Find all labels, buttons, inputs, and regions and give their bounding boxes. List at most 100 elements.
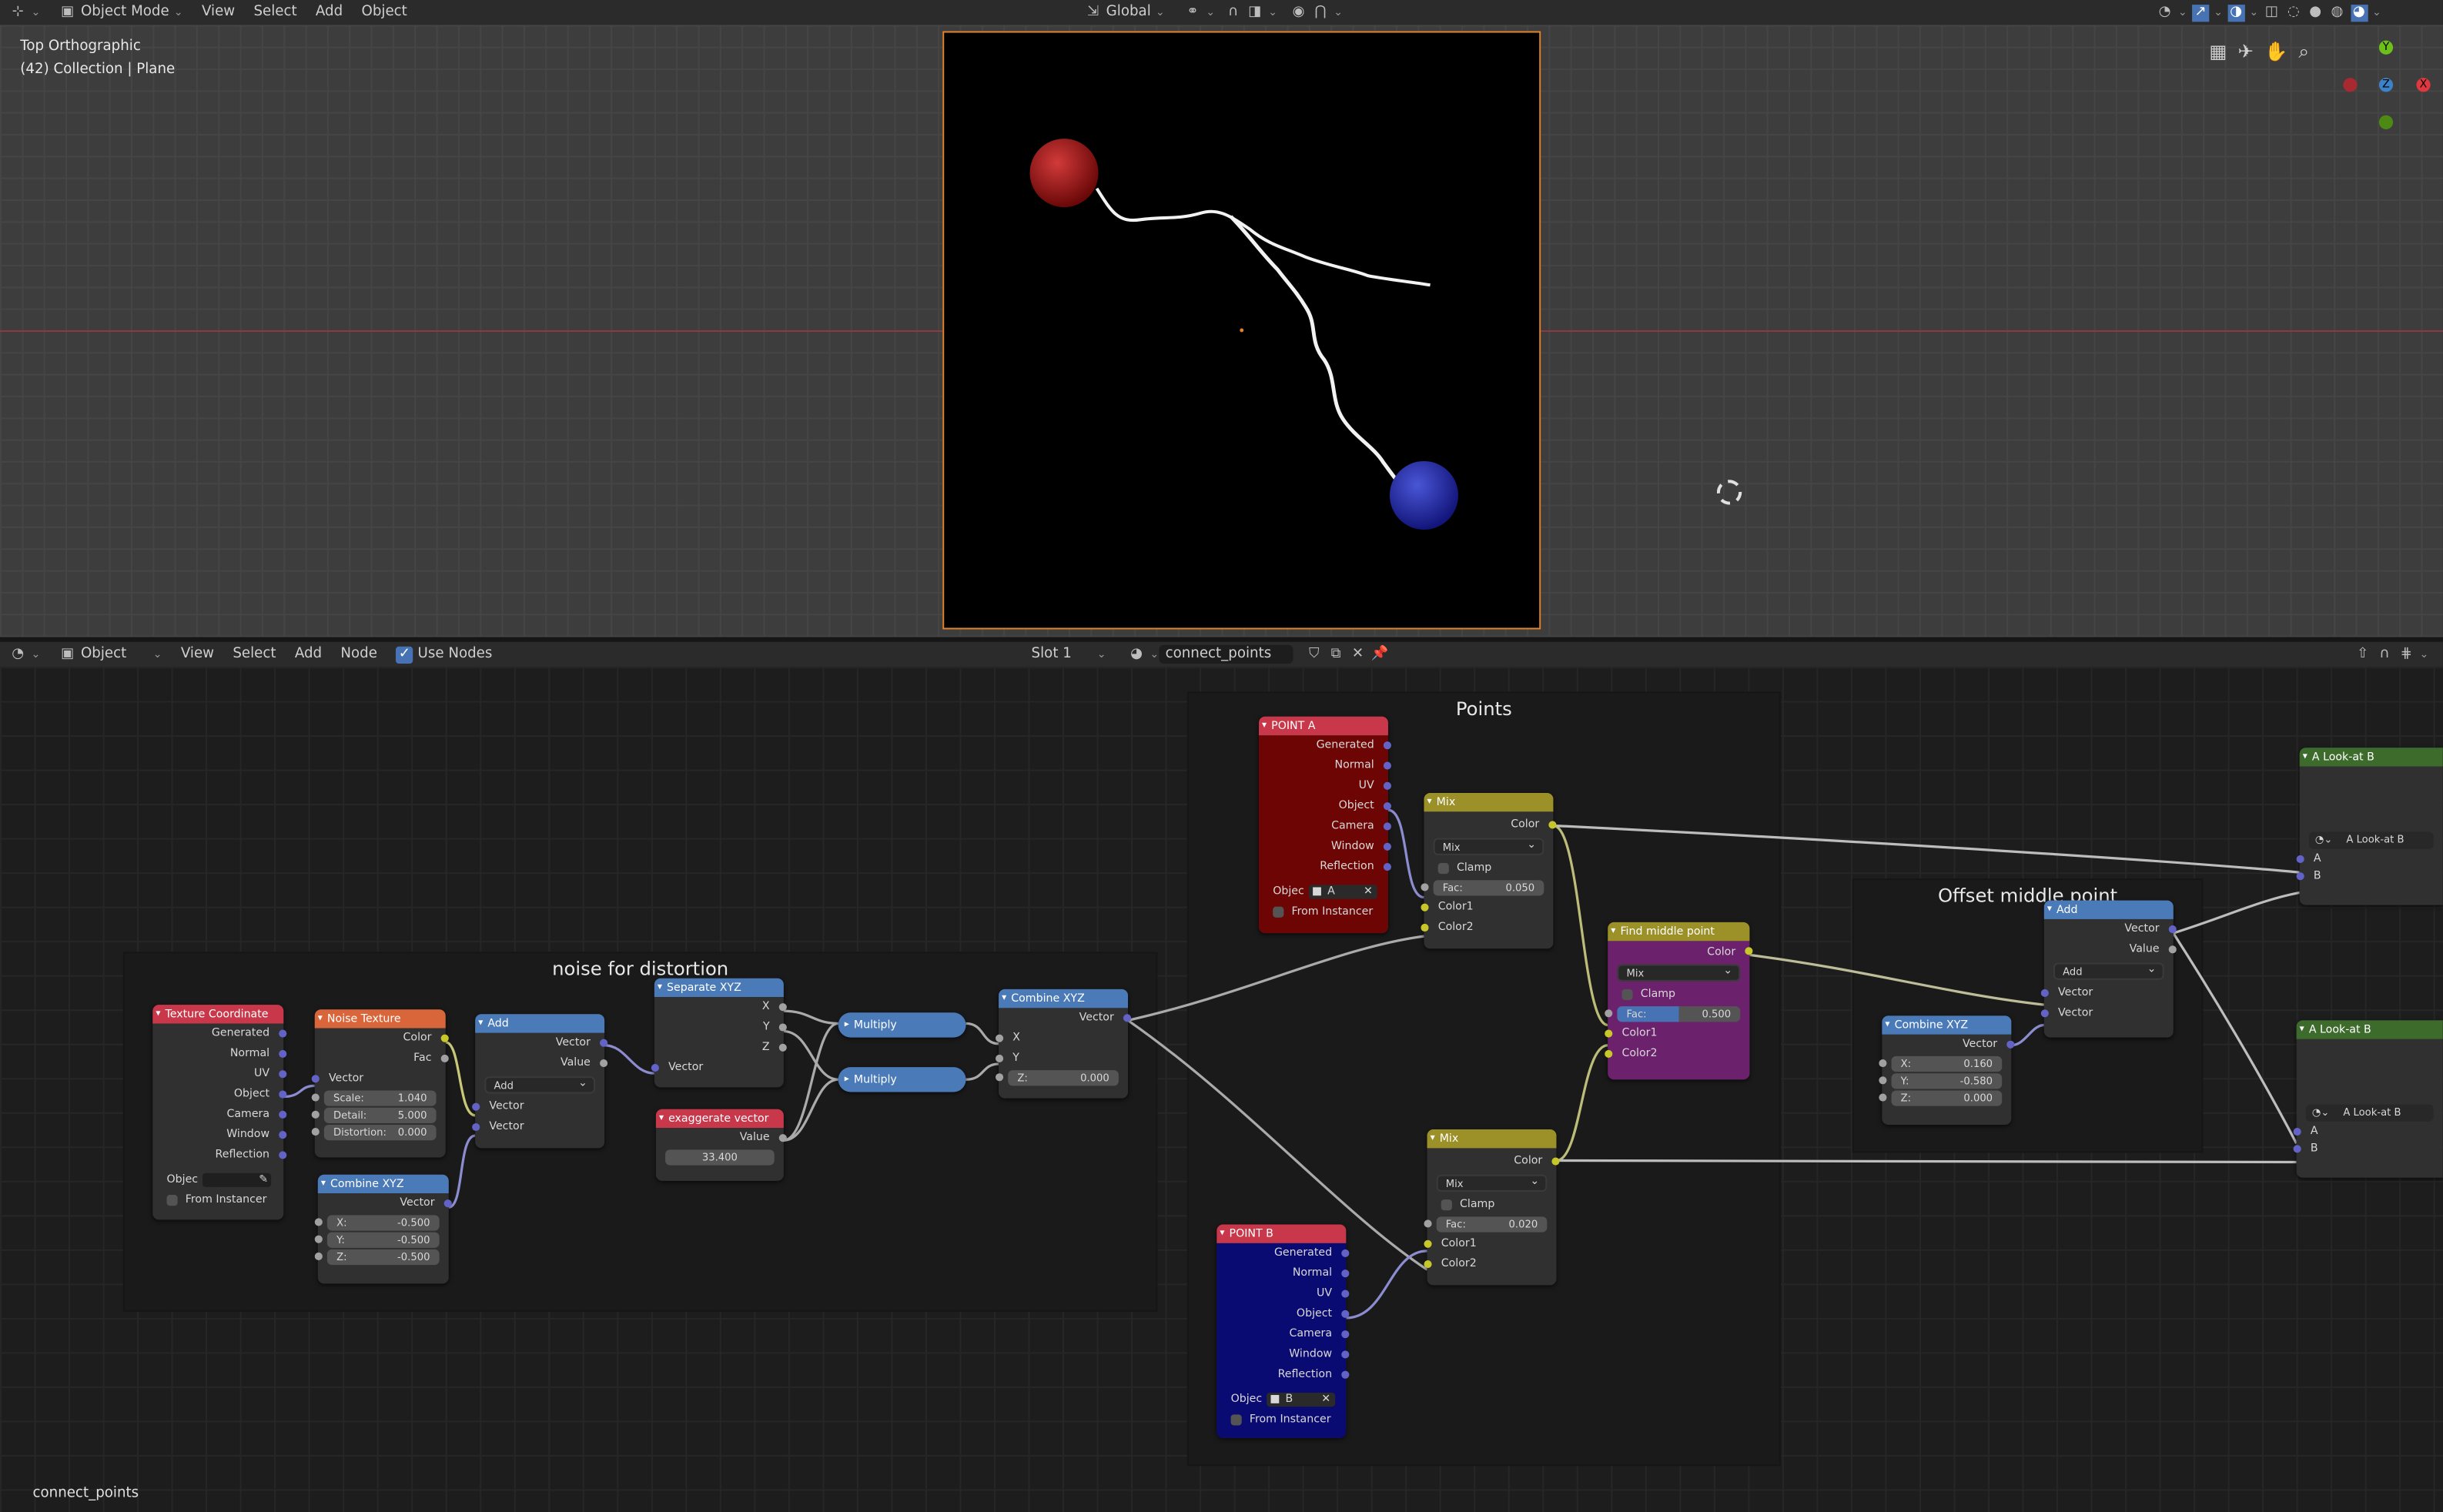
viewport-shading-controls[interactable]: ◔ ⌄ ↗ ⌄ ◑ ⌄ ◫ ◌ ● ◍ ◕ ⌄	[2147, 0, 2391, 25]
menu-add-nodes[interactable]: Add	[286, 642, 332, 667]
parent-node-tree-icon[interactable]: ⇧	[2354, 646, 2371, 663]
operation-dropdown[interactable]: Add	[2053, 961, 2164, 980]
output-camera[interactable]: Camera	[1259, 816, 1391, 836]
zoom-icon[interactable]: ⌕	[2298, 41, 2309, 64]
socket[interactable]	[2168, 945, 2177, 954]
socket[interactable]	[651, 1064, 659, 1072]
socket[interactable]	[314, 1252, 323, 1261]
socket[interactable]	[778, 1134, 787, 1142]
socket[interactable]	[311, 1075, 320, 1083]
menu-add[interactable]: Add	[306, 0, 353, 25]
solid-shading-icon[interactable]: ●	[2307, 4, 2324, 21]
node-look-at-2[interactable]: A Look-at B ◔⌄ A Look-at B A B	[2293, 1020, 2443, 1178]
checkbox[interactable]	[1441, 1199, 1452, 1210]
socket[interactable]	[2296, 855, 2304, 864]
camera-icon[interactable]: ✈	[2237, 41, 2253, 64]
output-object[interactable]: Object	[1259, 796, 1391, 816]
socket[interactable]	[996, 1034, 1004, 1042]
snap-toggle[interactable]: ∩ ◨ ⌄	[1215, 0, 1287, 25]
socket[interactable]	[1879, 1093, 1887, 1102]
menu-node[interactable]: Node	[331, 642, 387, 667]
input-vector-2[interactable]: Vector	[472, 1117, 604, 1137]
gizmo-neg-x[interactable]	[2343, 78, 2358, 92]
close-icon[interactable]: ✕	[1349, 646, 1366, 663]
visibility-icon[interactable]: ◔	[2157, 4, 2174, 21]
socket[interactable]	[778, 1003, 787, 1012]
input-vector[interactable]: Vector	[651, 1058, 784, 1078]
node-texture-coordinate[interactable]: Texture Coordinate Generated Normal UV O…	[152, 1005, 287, 1220]
value-field[interactable]: 33.400	[665, 1149, 775, 1166]
input-color2[interactable]: Color2	[1605, 1044, 1749, 1064]
node-add-1[interactable]: Add Vector Value Add Vector Vector	[472, 1014, 608, 1149]
distortion-field[interactable]: Distortion: 0.000	[311, 1124, 437, 1141]
output-value[interactable]: Value	[656, 1128, 787, 1148]
socket[interactable]	[311, 1128, 320, 1136]
snap-settings-icon[interactable]: ⋕	[2398, 646, 2415, 663]
rendered-shading-icon[interactable]: ◕	[2350, 4, 2368, 22]
shader-type-dropdown[interactable]: ▣ Object ⌄	[49, 642, 171, 667]
grid-icon[interactable]: ▦	[2209, 41, 2227, 64]
blend-mode-dropdown[interactable]: Mix	[1436, 1173, 1548, 1192]
y-field[interactable]: Y: -0.500	[314, 1232, 440, 1248]
z-field[interactable]: Z: 0.000	[996, 1070, 1119, 1086]
socket[interactable]	[1383, 741, 1391, 750]
socket[interactable]	[311, 1110, 320, 1119]
input-x[interactable]: X	[996, 1029, 1128, 1049]
output-normal[interactable]: Normal	[1259, 755, 1391, 775]
output-value[interactable]: Value	[2044, 939, 2177, 959]
xray-icon[interactable]: ◫	[2263, 4, 2280, 21]
output-value[interactable]: Value	[475, 1053, 608, 1073]
from-instancer-row[interactable]: From Instancer	[1216, 1410, 1346, 1430]
detail-field[interactable]: Detail: 5.000	[311, 1107, 437, 1123]
node-separate-xyz[interactable]: Separate XYZ X Y Z Vector	[651, 978, 787, 1088]
socket[interactable]	[1341, 1350, 1350, 1359]
input-color1[interactable]: Color1	[1424, 1234, 1557, 1254]
output-z[interactable]: Z	[654, 1038, 787, 1058]
socket[interactable]	[1605, 1049, 1613, 1058]
socket[interactable]	[1879, 1059, 1887, 1068]
slot-dropdown[interactable]: Slot 1 ⌄	[1022, 642, 1115, 667]
socket[interactable]	[1341, 1269, 1350, 1278]
input-color2[interactable]: Color2	[1421, 918, 1553, 938]
socket[interactable]	[472, 1102, 480, 1111]
node-noise-texture[interactable]: Noise Texture Color Fac Vector Scale: 1.0…	[311, 1009, 449, 1158]
node-editor[interactable]: noise for distortion Points Offset middl…	[0, 667, 2443, 1512]
input-b[interactable]: B	[2293, 1139, 2443, 1159]
input-b[interactable]: B	[2296, 866, 2443, 886]
socket[interactable]	[1123, 1014, 1132, 1022]
group-selector[interactable]: ◔⌄ A Look-at B	[2308, 831, 2434, 849]
node-multiply-1[interactable]: ▸ Multiply	[838, 1012, 966, 1038]
socket[interactable]	[1421, 883, 1429, 891]
node-combine-xyz-2[interactable]: Combine XYZ Vector X Y Z: 0.000	[996, 988, 1132, 1099]
input-vector[interactable]: Vector	[311, 1069, 446, 1089]
socket[interactable]	[314, 1235, 323, 1243]
overlay-icon[interactable]: ◑	[2227, 4, 2245, 22]
fac-field[interactable]: Fac: 0.050	[1421, 880, 1544, 896]
socket[interactable]	[1341, 1290, 1350, 1298]
from-instancer-row[interactable]: From Instancer	[152, 1190, 283, 1210]
checkbox[interactable]	[1621, 988, 1633, 1000]
clear-icon[interactable]: ✕	[1321, 1392, 1330, 1406]
node-mix-1[interactable]: Mix Color Mix Clamp Fac: 0.050 Color1 Col…	[1421, 792, 1557, 949]
hand-icon[interactable]: ✋	[2264, 41, 2287, 64]
node-look-at-1[interactable]: A Look-at B ◔⌄ A Look-at B A B	[2296, 748, 2443, 905]
output-object[interactable]: Object	[1216, 1304, 1350, 1324]
socket[interactable]	[2006, 1040, 2015, 1049]
node-add-2[interactable]: Add Vector Value Add Vector Vector	[2040, 900, 2177, 1038]
socket[interactable]	[2293, 1145, 2301, 1153]
blend-mode-dropdown[interactable]: Mix	[1617, 963, 1741, 982]
fake-user-icon[interactable]: ⛉	[1306, 646, 1323, 663]
socket[interactable]	[778, 1023, 787, 1032]
output-reflection[interactable]: Reflection	[152, 1145, 287, 1165]
input-y[interactable]: Y	[996, 1049, 1128, 1069]
gizmo-icon[interactable]: ↗	[2191, 4, 2210, 22]
socket[interactable]	[279, 1029, 287, 1038]
input-color1[interactable]: Color1	[1421, 898, 1553, 918]
socket[interactable]	[2040, 988, 2049, 998]
socket[interactable]	[314, 1218, 323, 1226]
blend-mode-dropdown[interactable]: Mix	[1433, 837, 1544, 855]
gizmo-neg-y[interactable]	[2378, 115, 2394, 129]
output-normal[interactable]: Normal	[152, 1044, 287, 1064]
output-reflection[interactable]: Reflection	[1259, 857, 1391, 877]
menu-view-nodes[interactable]: View	[172, 642, 224, 667]
